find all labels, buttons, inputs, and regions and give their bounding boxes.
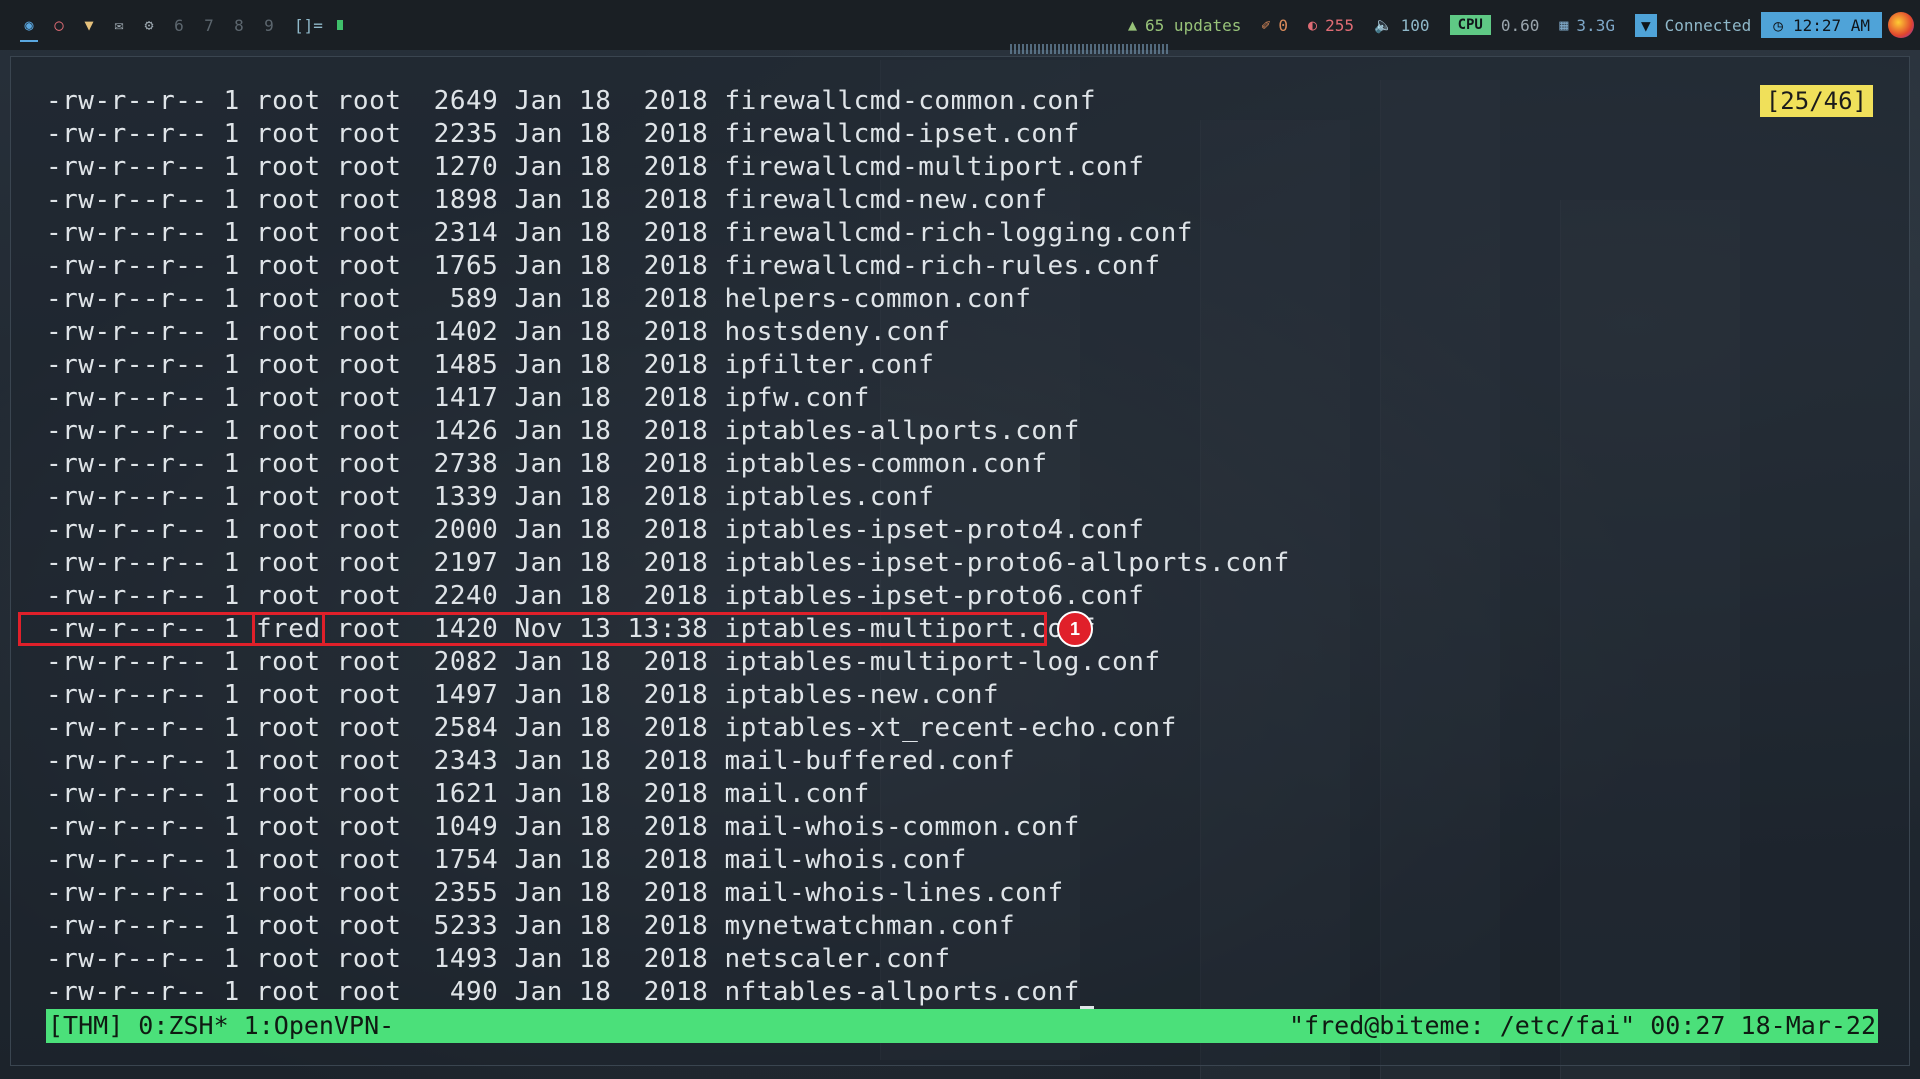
- window-title-indicator: [336, 20, 343, 30]
- ls-line: -rw-r--r-- 1 root root 2240 Jan 18 2018 …: [46, 581, 1145, 611]
- pager-position-badge: [25/46]: [1759, 85, 1873, 117]
- workspace-8[interactable]: 8: [224, 16, 254, 35]
- contrast-value: 255: [1325, 15, 1354, 35]
- volume-icon: 🔈: [1373, 16, 1393, 34]
- workspace-7[interactable]: 7: [194, 16, 224, 35]
- clock-time: 12:27 AM: [1792, 15, 1870, 35]
- ls-line: -rw-r--r-- 1 root root 2355 Jan 18 2018 …: [46, 878, 1064, 908]
- top-status-bar: ◉ ◯ ▼ ✉ ⚙ 6 7 8 9 []= ▲ 65 updates ✐ 0 ◐…: [0, 0, 1920, 50]
- clock-icon: ◷: [1773, 15, 1783, 35]
- tmux-status-bar: [THM] 0:ZSH* 1:OpenVPN- "fred@biteme: /e…: [46, 1009, 1878, 1043]
- ls-line: -rw-r--r-- 1 root root 2343 Jan 18 2018 …: [46, 746, 1016, 776]
- ls-line: -rw-r--r-- 1 root root 1765 Jan 18 2018 …: [46, 251, 1161, 281]
- workspace-1-icon[interactable]: ◉: [14, 0, 44, 50]
- ls-line: -rw-r--r-- 1 root root 490 Jan 18 2018 n…: [46, 976, 1290, 1009]
- contrast-icon: ◐: [1308, 16, 1318, 34]
- cpu-label: CPU: [1449, 15, 1491, 35]
- ls-line: -rw-r--r-- 1 root root 1621 Jan 18 2018 …: [46, 779, 870, 809]
- ls-line: -rw-r--r-- 1 root root 1754 Jan 18 2018 …: [46, 845, 967, 875]
- workspace-mail-icon[interactable]: ✉: [104, 0, 134, 50]
- ls-line: -rw-r--r-- 1 root root 589 Jan 18 2018 h…: [46, 284, 1032, 314]
- ls-line: -rw-r--r-- 1 root root 2649 Jan 18 2018 …: [46, 86, 1096, 116]
- ls-line: -rw-r--r-- 1 root root 2082 Jan 18 2018 …: [46, 647, 1161, 677]
- ls-line: -rw-r--r-- 1 root root 1270 Jan 18 2018 …: [46, 152, 1145, 182]
- app-logo-icon[interactable]: [1888, 12, 1914, 38]
- workspace-list: ◉ ◯ ▼ ✉ ⚙ 6 7 8 9 []=: [0, 0, 343, 50]
- volume-widget[interactable]: 🔈 100: [1364, 0, 1440, 50]
- workspace-6[interactable]: 6: [164, 16, 194, 35]
- ls-line: -rw-r--r-- 1 root root 1417 Jan 18 2018 …: [46, 383, 870, 413]
- updates-widget[interactable]: ▲ 65 updates: [1118, 0, 1251, 50]
- network-widget[interactable]: ▼ Connected: [1625, 0, 1761, 50]
- updates-icon: ▲: [1128, 16, 1138, 34]
- cpu-widget[interactable]: CPU 0.60: [1440, 0, 1550, 50]
- ls-line: -rw-r--r-- 1 root root 1497 Jan 18 2018 …: [46, 680, 1000, 710]
- workspace-browser-icon[interactable]: ◯: [44, 0, 74, 50]
- ls-line: -rw-r--r-- 1 root root 1339 Jan 18 2018 …: [46, 482, 935, 512]
- ls-output: -rw-r--r-- 1 root root 2649 Jan 18 2018 …: [46, 85, 1290, 1009]
- ls-line: -rw-r--r-- 1 root root 2584 Jan 18 2018 …: [46, 713, 1177, 743]
- workspace-shield-icon[interactable]: ▼: [74, 0, 104, 50]
- ls-line: -rw-r--r-- 1 root root 1402 Jan 18 2018 …: [46, 317, 951, 347]
- cpu-load: 0.60: [1500, 15, 1540, 35]
- contrast-widget[interactable]: ◐ 255: [1298, 0, 1364, 50]
- terminal-window[interactable]: -rw-r--r-- 1 root root 2649 Jan 18 2018 …: [10, 56, 1910, 1066]
- tmux-windows[interactable]: [THM] 0:ZSH* 1:OpenVPN-: [48, 1009, 394, 1043]
- highlight-box-row: [18, 612, 1047, 646]
- ls-line: -rw-r--r-- 1 root root 2235 Jan 18 2018 …: [46, 119, 1080, 149]
- system-status: ▲ 65 updates ✐ 0 ◐ 255 🔈 100 CPU 0.60 ▦ …: [1118, 0, 1920, 50]
- memory-value: 3.3G: [1576, 15, 1615, 35]
- ls-line: -rw-r--r-- 1 root root 2738 Jan 18 2018 …: [46, 449, 1048, 479]
- ls-line: -rw-r--r-- 1 root root 2000 Jan 18 2018 …: [46, 515, 1145, 545]
- wifi-icon: ▼: [1634, 13, 1657, 37]
- clock-widget[interactable]: ◷ 12:27 AM: [1761, 12, 1882, 38]
- layout-indicator[interactable]: []=: [294, 16, 323, 35]
- memory-widget[interactable]: ▦ 3.3G: [1549, 0, 1625, 50]
- annotation-marker: 1: [1057, 611, 1093, 647]
- brush-icon: ✐: [1261, 16, 1271, 34]
- ls-line: -rw-r--r-- 1 root root 2197 Jan 18 2018 …: [46, 548, 1290, 578]
- workspace-settings-icon[interactable]: ⚙: [134, 0, 164, 50]
- ls-line: -rw-r--r-- 1 root root 1898 Jan 18 2018 …: [46, 185, 1048, 215]
- ls-line: -rw-r--r-- 1 root root 1493 Jan 18 2018 …: [46, 944, 951, 974]
- memory-icon: ▦: [1559, 16, 1569, 34]
- ls-line: -rw-r--r-- 1 root root 1485 Jan 18 2018 …: [46, 350, 935, 380]
- workspace-9[interactable]: 9: [254, 16, 284, 35]
- volume-value: 100: [1400, 15, 1430, 35]
- ls-line: -rw-r--r-- 1 root root 2314 Jan 18 2018 …: [46, 218, 1193, 248]
- ls-line: -rw-r--r-- 1 root root 5233 Jan 18 2018 …: [46, 911, 1016, 941]
- brightness-value: 0: [1278, 15, 1289, 35]
- tab-scroll-indicator: [1010, 44, 1170, 54]
- network-status: Connected: [1664, 15, 1752, 35]
- ls-line: -rw-r--r-- 1 root root 1049 Jan 18 2018 …: [46, 812, 1080, 842]
- highlight-box-owner: [252, 612, 325, 646]
- tmux-session-info: "fred@biteme: /etc/fai" 00:27 18-Mar-22: [1289, 1011, 1876, 1040]
- updates-count: 65 updates: [1145, 15, 1242, 35]
- ls-line: -rw-r--r-- 1 root root 1426 Jan 18 2018 …: [46, 416, 1080, 446]
- brightness-widget[interactable]: ✐ 0: [1251, 0, 1298, 50]
